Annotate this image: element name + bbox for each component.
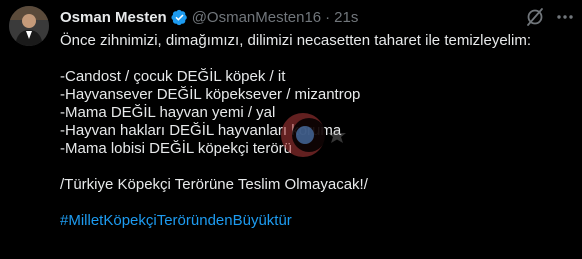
tweet-text: Önce zihnimizi, dimağımızı, dilimizi nec… (60, 32, 572, 230)
avatar-image (9, 6, 49, 46)
author-handle[interactable]: @OsmanMesten16 (192, 9, 321, 26)
author-name[interactable]: Osman Mesten (60, 9, 167, 26)
tweet-line: /Türkiye Köpekçi Terörüne Teslim Olmayac… (60, 176, 368, 193)
grok-icon[interactable] (524, 6, 546, 28)
verified-badge-icon (171, 9, 187, 25)
more-options-icon[interactable] (554, 6, 576, 28)
tweet-line: Önce zihnimizi, dimağımızı, dilimizi nec… (60, 32, 531, 49)
tweet-header: Osman Mesten @OsmanMesten16 · 21s (60, 7, 358, 27)
tweet-line: -Candost / çocuk DEĞİL köpek / it (60, 68, 286, 85)
avatar[interactable] (9, 6, 49, 46)
tweet-card[interactable]: Osman Mesten @OsmanMesten16 · 21s Önce z… (0, 0, 582, 259)
separator-dot: · (325, 8, 331, 26)
tweet-line: -Mama DEĞİL hayvan yemi / yal (60, 104, 276, 121)
hashtag-link[interactable]: #MilletKöpekçiTeröründenBüyüktür (60, 212, 572, 230)
timestamp[interactable]: 21s (334, 9, 358, 26)
tweet-line: -Mama lobisi DEĞİL köpekçi terörü (60, 140, 293, 157)
tweet-line: -Hayvan hakları DEĞİL hayvanları koruma (60, 122, 342, 139)
tweet-line: -Hayvansever DEĞİL köpeksever / mizantro… (60, 86, 361, 103)
